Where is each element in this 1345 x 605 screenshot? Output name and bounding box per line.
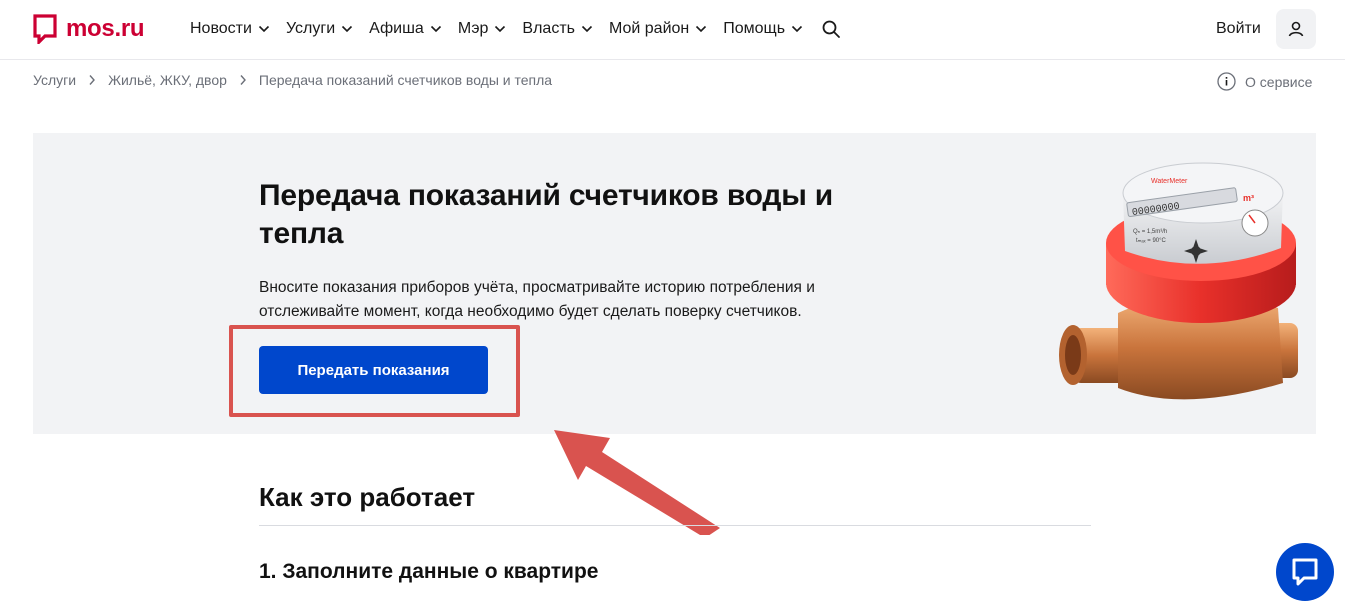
step-title: 1. Заполните данные о квартире — [259, 560, 599, 583]
chevron-down-icon — [342, 25, 353, 33]
user-button[interactable] — [1276, 9, 1316, 49]
nav-item-label: Власть — [522, 20, 575, 37]
nav-item-label: Помощь — [723, 20, 786, 37]
chevron-down-icon — [258, 25, 270, 33]
nav-item-services[interactable]: Услуги — [286, 20, 353, 38]
annotation-arrow — [554, 430, 720, 535]
speech-bubble-logo-icon — [33, 14, 57, 46]
nav-item-label: Афиша — [369, 20, 424, 37]
chevron-down-icon — [581, 25, 593, 33]
info-icon — [1217, 72, 1236, 91]
site-header: mos.ru Новости Услуги Афиша Мэр Власть М… — [0, 0, 1345, 60]
nav-item-afisha[interactable]: Афиша — [369, 20, 442, 38]
hero-banner: Передача показаний счетчиков воды и тепл… — [33, 133, 1316, 434]
nav-item-government[interactable]: Власть — [522, 20, 593, 38]
nav-item-mayor[interactable]: Мэр — [458, 20, 507, 38]
nav-item-label: Услуги — [285, 20, 336, 37]
hero-description: Вносите показания приборов учёта, просма… — [259, 279, 815, 320]
about-service-link[interactable]: О сервисе — [1217, 72, 1312, 91]
meter-spec-flow: Qₙ = 1,5m³/h — [1133, 229, 1167, 235]
chevron-down-icon — [495, 25, 506, 33]
logo-text: mos.ru — [66, 15, 145, 42]
nav-item-help[interactable]: Помощь — [723, 20, 803, 38]
submit-readings-button[interactable]: Передать показания — [259, 346, 488, 394]
nav-item-label: Мой район — [608, 20, 690, 37]
chevron-down-icon — [791, 25, 803, 33]
water-meter-illustration: WaterMeter 00000000 m³ Qₙ = 1,5m³/h tₘₐₓ… — [1059, 162, 1298, 400]
meter-brand: WaterMeter — [1151, 178, 1188, 185]
divider — [259, 525, 1091, 526]
page-title: Передача показаний счетчиков воды и тепл… — [259, 179, 834, 250]
nav-item-my-district[interactable]: Мой район — [609, 20, 707, 38]
chevron-down-icon — [696, 25, 707, 33]
search-icon[interactable] — [821, 19, 841, 39]
breadcrumb-current: Передача показаний счетчиков воды и тепл… — [258, 72, 553, 88]
breadcrumb-item-services[interactable]: Услуги — [33, 72, 76, 88]
chevron-right-icon — [89, 75, 95, 85]
meter-spec-temp: tₘₐₓ = 90°C — [1136, 238, 1167, 244]
about-service-label: О сервисе — [1245, 73, 1313, 90]
section-title: Как это работает — [259, 482, 476, 512]
user-icon — [1288, 21, 1304, 37]
nav-item-label: Новости — [190, 20, 252, 37]
chat-button[interactable] — [1276, 543, 1334, 601]
nav-item-label: Мэр — [457, 20, 489, 37]
chevron-right-icon — [240, 75, 246, 85]
chevron-down-icon — [430, 25, 441, 33]
chat-icon — [1292, 558, 1318, 586]
breadcrumb: Услуги Жильё, ЖКУ, двор Передача показан… — [33, 72, 552, 88]
logo[interactable]: mos.ru — [33, 14, 145, 46]
breadcrumb-item-housing[interactable]: Жильё, ЖКУ, двор — [108, 72, 227, 88]
main-nav: Новости Услуги Афиша Мэр Власть Мой райо… — [190, 19, 841, 39]
login-link[interactable]: Войти — [1216, 20, 1261, 38]
meter-unit: m³ — [1243, 193, 1254, 203]
nav-item-news[interactable]: Новости — [190, 20, 270, 38]
